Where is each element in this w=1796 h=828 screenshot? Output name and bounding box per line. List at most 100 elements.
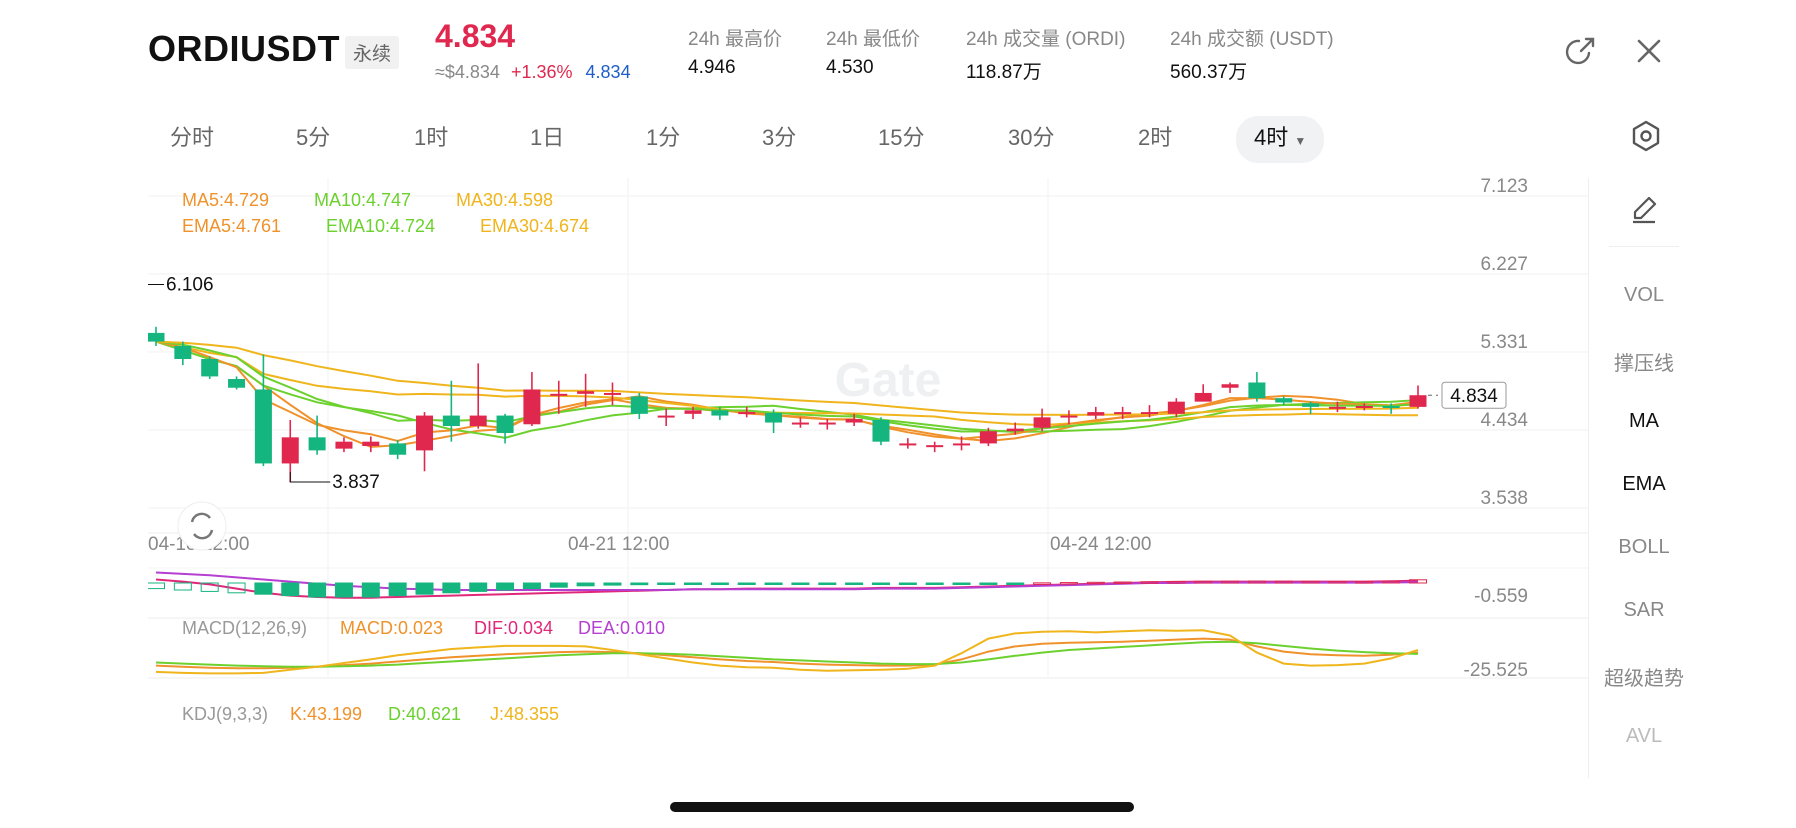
candle-body: [201, 359, 219, 377]
candle-body: [603, 392, 621, 395]
ema10-label: EMA10:4.724: [326, 216, 435, 236]
candle-body: [281, 437, 299, 464]
candle-body: [1006, 428, 1024, 432]
macd-bar: [281, 582, 300, 597]
candle-body: [926, 445, 944, 448]
tab-15m[interactable]: 15分: [878, 116, 924, 160]
candle-body: [1328, 406, 1346, 409]
close-icon[interactable]: [1632, 34, 1666, 68]
tab-timeline[interactable]: 分时: [170, 116, 214, 160]
kdj-y-tick: -25.525: [1464, 660, 1528, 681]
candles: [148, 326, 1427, 598]
candle-body: [228, 379, 246, 388]
macd-bar: [576, 582, 595, 587]
y-tick-label: 5.331: [1480, 332, 1528, 353]
candle-body: [953, 443, 971, 446]
indicator-avl[interactable]: AVL: [1589, 725, 1699, 748]
y-tick-label: 6.227: [1480, 254, 1528, 275]
candle-body: [979, 431, 997, 444]
macd-bar: [522, 582, 541, 590]
candle-body: [1140, 412, 1158, 415]
stat-value: 4.530: [826, 57, 874, 78]
tab-3m[interactable]: 3分: [762, 116, 796, 160]
watermark-logo: Gate: [835, 354, 942, 407]
macd-y-tick: -0.559: [1474, 586, 1528, 607]
tab-4h[interactable]: 4时 ▼: [1236, 116, 1325, 163]
draw-pencil-icon[interactable]: [1627, 192, 1661, 226]
macd-bar: [952, 582, 971, 585]
candle-body: [1248, 382, 1266, 399]
x-tick-label: 04-24 12:00: [1050, 534, 1151, 555]
j-value: J:48.355: [490, 704, 559, 724]
candle-body: [1275, 398, 1293, 403]
chart-grid: [148, 178, 1588, 679]
usd-price: ≈$4.834: [435, 62, 500, 82]
macd-bar: [710, 582, 729, 585]
macd-value: MACD:0.023: [340, 618, 443, 638]
indicator-support-resistance[interactable]: 撑压线: [1589, 347, 1699, 376]
axes: 7.1236.2275.3314.4343.53804-18 12:00 04-2…: [148, 178, 1528, 681]
candle-body: [174, 345, 192, 360]
y-tick-label: 7.123: [1480, 178, 1528, 197]
macd-bar: [549, 582, 568, 588]
indicator-vol[interactable]: VOL: [1589, 284, 1699, 307]
settings-icon[interactable]: [1628, 118, 1664, 154]
macd-bar: [684, 582, 703, 585]
candle-body: [818, 422, 836, 425]
high-marker-label: 6.106: [166, 275, 214, 296]
candle-body: [1194, 392, 1212, 402]
d-value: D:40.621: [388, 704, 461, 724]
candle-body: [523, 389, 541, 425]
candle-body: [899, 443, 917, 446]
macd-bar: [334, 582, 353, 598]
refresh-fab-icon[interactable]: [177, 501, 227, 551]
indicator-ema[interactable]: EMA: [1589, 473, 1699, 496]
macd-bar: [630, 582, 649, 586]
external-link-icon[interactable]: [1564, 34, 1598, 68]
macd-bar: [737, 582, 756, 585]
price-subline: ≈$4.834 +1.36% 4.834: [435, 62, 631, 83]
k-value: K:43.199: [290, 704, 362, 724]
macd-bar: [442, 582, 461, 594]
ema5-line: [155, 340, 1419, 443]
stat-label: 24h 最低价: [826, 29, 920, 50]
ema30-label: EMA30:4.674: [480, 216, 589, 236]
tab-30m[interactable]: 30分: [1008, 116, 1054, 160]
macd-bar: [818, 582, 837, 585]
macd-bar: [173, 582, 192, 591]
candle-body: [389, 443, 407, 455]
y-tick-label: 4.434: [1480, 410, 1528, 431]
tab-1h[interactable]: 1时: [414, 116, 448, 160]
symbol-title[interactable]: ORDIUSDT: [148, 28, 340, 70]
candle-body: [738, 412, 756, 415]
indicator-sar[interactable]: SAR: [1589, 599, 1699, 622]
tab-2h[interactable]: 2时: [1138, 116, 1172, 160]
candle-body: [657, 415, 675, 418]
indicator-ma[interactable]: MA: [1589, 410, 1699, 433]
macd-bar: [469, 582, 488, 592]
stat-value: 118.87万: [966, 62, 1042, 83]
indicator-supertrend[interactable]: 超级趋势: [1589, 662, 1699, 691]
ema30-line: [155, 340, 1419, 416]
stat-turnover: 24h 成交额 (USDT) 560.37万: [1170, 24, 1334, 84]
macd-bar: [791, 582, 810, 585]
macd-bar: [898, 582, 917, 585]
stat-volume: 24h 成交量 (ORDI) 118.87万: [966, 24, 1125, 84]
low-marker-line: [289, 471, 331, 483]
candle-body: [577, 391, 595, 394]
macd-bar: [388, 582, 407, 597]
price-chart[interactable]: Gate 7.1236.2275.3314.4343.53804-18 12:0…: [148, 178, 1700, 778]
indicator-boll[interactable]: BOLL: [1589, 536, 1699, 559]
last-price: 4.834: [435, 18, 516, 54]
menu-divider: [1609, 246, 1679, 247]
macd-bar: [1006, 582, 1025, 585]
x-tick-label: 04-21 12:00: [568, 534, 669, 555]
tab-5m[interactable]: 5分: [296, 116, 330, 160]
macd-bar: [764, 582, 783, 585]
change-percent: +1.36%: [510, 62, 573, 82]
candle-body: [308, 437, 326, 451]
tab-1m[interactable]: 1分: [646, 116, 680, 160]
stat-value: 560.37万: [1170, 62, 1248, 83]
tab-1d[interactable]: 1日: [530, 116, 564, 160]
candle-body: [1221, 384, 1239, 388]
